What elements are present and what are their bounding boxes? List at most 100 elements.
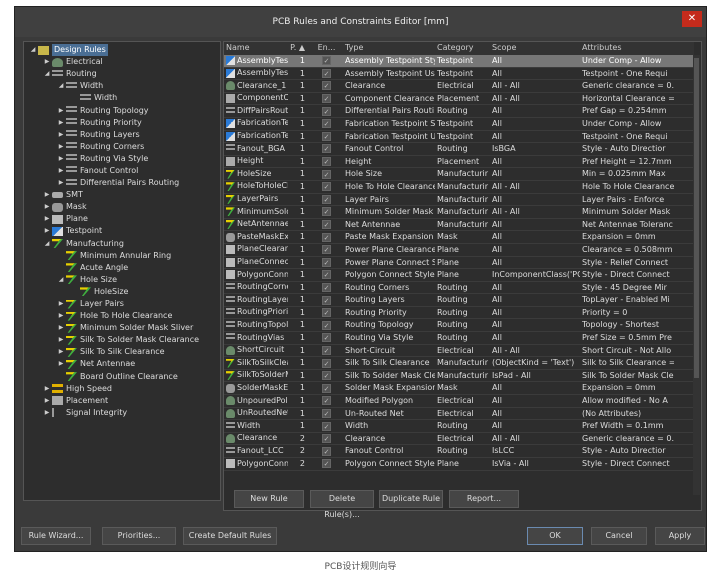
enabled-checkbox[interactable]: ✓ — [322, 131, 331, 141]
report-button[interactable]: Report... — [449, 490, 519, 508]
tree-node[interactable]: ▶ SMT — [24, 189, 220, 201]
apply-button[interactable]: Apply — [655, 527, 705, 545]
vertical-scrollbar[interactable] — [693, 55, 700, 495]
table-row[interactable]: SilkToSolderMaskCl 1 ✓ Silk To Solder Mask … — [224, 370, 694, 383]
table-row[interactable]: ComponentClearan 1 ✓ Component ClearancePla… — [224, 93, 694, 106]
table-row[interactable]: RoutingVias 1 ✓ Routing Via Style Routing All… — [224, 332, 694, 345]
enabled-checkbox[interactable]: ✓ — [322, 383, 331, 393]
expand-arrow-icon[interactable]: ▶ — [56, 322, 66, 334]
enabled-checkbox[interactable]: ✓ — [322, 182, 331, 192]
tree-node[interactable]: ▶ Differential Pairs Routing — [24, 177, 220, 189]
tree-node[interactable]: ▶ Signal Integrity — [24, 407, 220, 419]
enabled-checkbox[interactable]: ✓ — [322, 232, 331, 242]
tree-node[interactable]: Width — [24, 92, 220, 104]
table-row[interactable]: Fanout_BGA 1 ✓ Fanout Control Routing IsBGA St… — [224, 143, 694, 156]
tree-node[interactable]: ▶ Routing Priority — [24, 117, 220, 129]
expand-arrow-icon[interactable]: ◢ — [56, 80, 66, 92]
table-row[interactable]: DiffPairsRouting 1 ✓ Differential Pairs Rou… — [224, 105, 694, 118]
expand-arrow-icon[interactable]: ▶ — [56, 310, 66, 322]
table-row[interactable]: RoutingPriority 1 ✓ Routing Priority Routing… — [224, 307, 694, 320]
tree-node[interactable]: Board Outline Clearance — [24, 371, 220, 383]
column-header[interactable]: Type — [343, 42, 435, 55]
enabled-checkbox[interactable]: ✓ — [322, 245, 331, 255]
expand-arrow-icon[interactable]: ▶ — [42, 407, 52, 419]
expand-arrow-icon[interactable]: ▶ — [56, 153, 66, 165]
enabled-checkbox[interactable]: ✓ — [322, 308, 331, 318]
delete-rule-button[interactable]: Delete Rule(s)... — [310, 490, 374, 519]
expand-arrow-icon[interactable]: ▶ — [56, 334, 66, 346]
rule-tree[interactable]: ◢ Design Rules ▶ Electrical ◢ Routing ◢ Width Wi… — [23, 41, 221, 501]
table-row[interactable]: MinimumSolderMas1✓Minimum Solder MaskMan… — [224, 206, 694, 219]
table-row[interactable]: FabricationTestpoin 1 ✓ Fabrication Testpoi… — [224, 118, 694, 131]
expand-arrow-icon[interactable]: ▶ — [56, 346, 66, 358]
tree-node[interactable]: ▶ Routing Corners — [24, 141, 220, 153]
enabled-checkbox[interactable]: ✓ — [322, 207, 331, 217]
scrollbar-thumb[interactable] — [694, 58, 699, 378]
enabled-checkbox[interactable]: ✓ — [322, 421, 331, 431]
tree-node[interactable]: ◢ Design Rules — [24, 44, 220, 57]
table-row[interactable]: Clearance 2 ✓ Clearance Electrical All - All G… — [224, 433, 694, 446]
table-row[interactable]: UnpouredPolygon 1 ✓ Modified Polygon Electri… — [224, 395, 694, 408]
expand-arrow-icon[interactable]: ◢ — [56, 274, 66, 286]
priorities-button[interactable]: Priorities... — [102, 527, 176, 545]
enabled-checkbox[interactable]: ✓ — [322, 459, 331, 469]
tree-node[interactable]: ▶ Layer Pairs — [24, 298, 220, 310]
tree-node[interactable]: ▶ High Speed — [24, 383, 220, 395]
enabled-checkbox[interactable]: ✓ — [322, 68, 331, 78]
table-row[interactable]: Fanout_LCC 2 ✓ Fanout Control Routing IsLCC St… — [224, 445, 694, 458]
table-row[interactable]: Clearance_1 1 ✓ Clearance Electrical All - Al… — [224, 80, 694, 93]
table-row[interactable]: ShortCircuit 1 ✓ Short-Circuit Electrical All… — [224, 345, 694, 358]
enabled-checkbox[interactable]: ✓ — [322, 282, 331, 292]
enabled-checkbox[interactable]: ✓ — [322, 446, 331, 456]
expand-arrow-icon[interactable]: ◢ — [42, 238, 52, 250]
enabled-checkbox[interactable]: ✓ — [322, 157, 331, 167]
column-header[interactable]: Name — [224, 42, 288, 55]
enabled-checkbox[interactable]: ✓ — [322, 169, 331, 179]
tree-node[interactable]: ▶ Placement — [24, 395, 220, 407]
enabled-checkbox[interactable]: ✓ — [322, 396, 331, 406]
enabled-checkbox[interactable]: ✓ — [322, 345, 331, 355]
table-row[interactable]: SilkToSilkClearance_ 1 ✓ Silk To Silk Clear… — [224, 357, 694, 370]
tree-node[interactable]: Minimum Annular Ring — [24, 250, 220, 262]
table-row[interactable]: Height 1 ✓ Height Placement All Pref Height = … — [224, 156, 694, 169]
tree-node[interactable]: ▶ Routing Layers — [24, 129, 220, 141]
table-row[interactable]: PlaneClearance 1 ✓ Power Plane ClearancePla… — [224, 244, 694, 257]
expand-arrow-icon[interactable]: ◢ — [28, 44, 38, 56]
table-row[interactable]: RoutingLayers 1 ✓ Routing Layers Routing All T… — [224, 294, 694, 307]
expand-arrow-icon[interactable]: ▶ — [42, 213, 52, 225]
enabled-checkbox[interactable]: ✓ — [322, 220, 331, 230]
enabled-checkbox[interactable]: ✓ — [322, 270, 331, 280]
table-row[interactable]: Width 1 ✓ Width Routing All Pref Width = 0.1mm — [224, 420, 694, 433]
column-header[interactable]: Attributes — [580, 42, 674, 55]
enabled-checkbox[interactable]: ✓ — [322, 333, 331, 343]
table-row[interactable]: HoleToHoleClearan 1 ✓ Hole To Hole Clearanc… — [224, 181, 694, 194]
column-header[interactable]: P. ▲ — [288, 42, 308, 55]
table-row[interactable]: AssemblyTestpoint 1 ✓ Assembly Testpoint St… — [224, 55, 694, 68]
tree-node[interactable]: ▶ Testpoint — [24, 225, 220, 237]
enabled-checkbox[interactable]: ✓ — [322, 56, 331, 66]
expand-arrow-icon[interactable]: ▶ — [56, 117, 66, 129]
expand-arrow-icon[interactable]: ▶ — [42, 395, 52, 407]
table-row[interactable]: RoutingTopology 1 ✓ Routing Topology Routing… — [224, 319, 694, 333]
tree-node[interactable]: HoleSize — [24, 286, 220, 298]
column-header[interactable]: Category — [435, 42, 490, 55]
enabled-checkbox[interactable]: ✓ — [322, 194, 331, 204]
tree-node[interactable]: Acute Angle — [24, 262, 220, 274]
duplicate-rule-button[interactable]: Duplicate Rule — [379, 490, 443, 508]
enabled-checkbox[interactable]: ✓ — [322, 408, 331, 418]
tree-node[interactable]: ▶ Silk To Solder Mask Clearance — [24, 334, 220, 346]
tree-node[interactable]: ▶ Electrical — [24, 56, 220, 68]
tree-node[interactable]: ▶ Silk To Silk Clearance — [24, 346, 220, 358]
expand-arrow-icon[interactable]: ▶ — [56, 165, 66, 177]
cancel-button[interactable]: Cancel — [591, 527, 647, 545]
table-row[interactable]: LayerPairs 1 ✓ Layer Pairs Manufacturir All La… — [224, 194, 694, 207]
table-row[interactable]: AssemblyTestPointU 1 ✓ Assembly Testpoint U… — [224, 68, 694, 81]
expand-arrow-icon[interactable]: ▶ — [56, 298, 66, 310]
expand-arrow-icon[interactable]: ▶ — [56, 141, 66, 153]
table-row[interactable]: NetAntennae 1 ✓ Net Antennae Manufacturir All… — [224, 219, 694, 232]
expand-arrow-icon[interactable]: ▶ — [42, 201, 52, 213]
tree-node[interactable]: ◢ Hole Size — [24, 274, 220, 286]
expand-arrow-icon[interactable]: ▶ — [56, 129, 66, 141]
enabled-checkbox[interactable]: ✓ — [322, 371, 331, 381]
table-row[interactable]: UnRoutedNet 1 ✓ Un-Routed Net Electrical All (… — [224, 408, 694, 421]
